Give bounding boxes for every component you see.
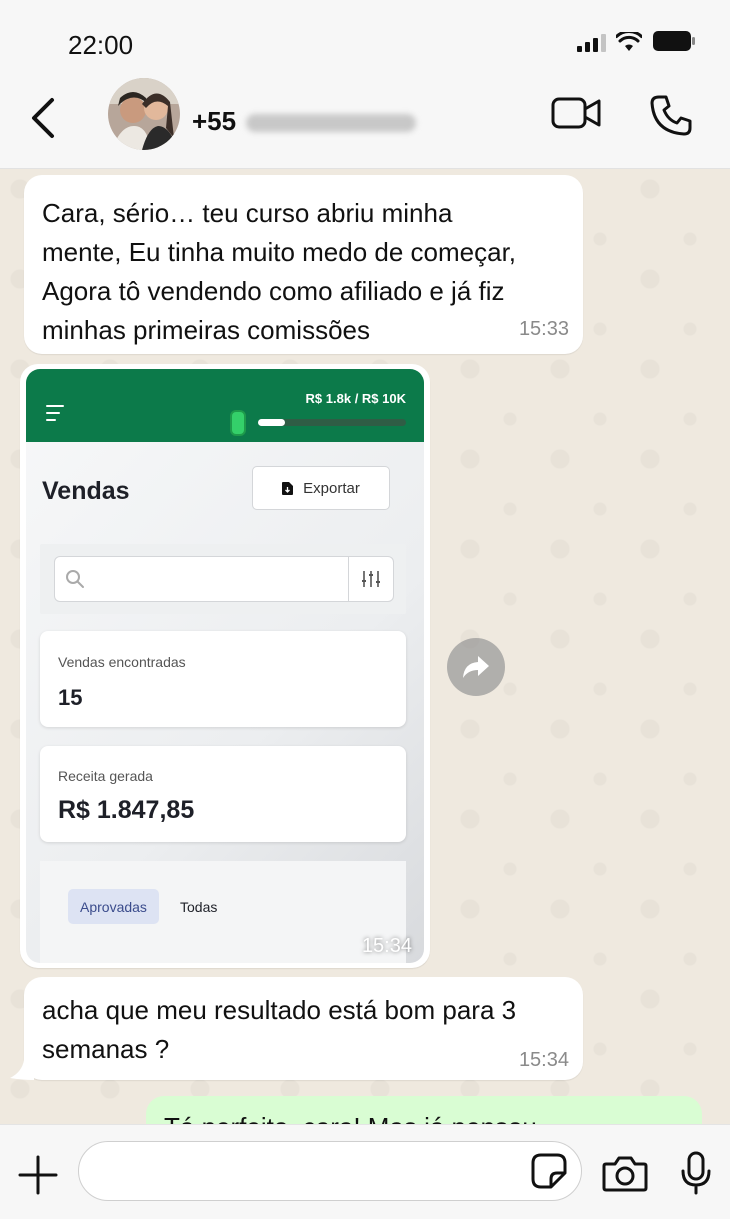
card-label: Vendas encontradas	[58, 654, 186, 670]
filter-chip-todas: Todas	[180, 898, 218, 915]
goal-progress-fill	[258, 419, 285, 426]
message-line: acha que meu resultado está bom para 3	[42, 995, 517, 1025]
gem-icon	[230, 410, 246, 436]
blurred-phone-number	[246, 114, 417, 133]
message-text: Tá perfeito, cara! Mas já pensou	[164, 1112, 537, 1124]
forward-button[interactable]	[447, 638, 505, 696]
message-line: semanas ?	[42, 1034, 170, 1064]
chat-area[interactable]: Cara, sério… teu curso abriu minha mente…	[0, 169, 730, 1124]
filter-tabs: Aprovadas Todas	[40, 861, 406, 963]
sales-count-card: Vendas encontradas 15	[40, 631, 406, 727]
sales-title: Vendas	[42, 477, 130, 505]
export-label: Exportar	[303, 479, 360, 497]
wifi-icon	[616, 32, 642, 51]
search-input	[54, 556, 394, 602]
contact-phone-prefix: +55	[192, 106, 237, 136]
message-line: minhas primeiras comissões	[42, 315, 370, 345]
forward-arrow-icon	[463, 656, 489, 678]
document-icon	[282, 481, 294, 495]
camera-icon[interactable]	[602, 1155, 648, 1193]
message-line: Agora tô vendendo como afiliado e já fiz	[42, 276, 505, 306]
incoming-message[interactable]: acha que meu resultado está bom para 3 s…	[24, 977, 583, 1080]
status-bar: 22:00	[0, 0, 730, 80]
search-icon	[66, 570, 84, 588]
contact-avatar[interactable]	[108, 78, 180, 150]
outgoing-message[interactable]: Tá perfeito, cara! Mas já pensou	[146, 1096, 702, 1124]
phone-call-icon[interactable]	[650, 94, 692, 136]
contact-name[interactable]: +55	[192, 106, 417, 137]
battery-icon	[653, 31, 695, 51]
card-value: R$ 1.847,85	[58, 796, 195, 824]
signal-icon	[577, 32, 606, 52]
incoming-message[interactable]: Cara, sério… teu curso abriu minha mente…	[24, 175, 583, 354]
bubble-tail	[10, 1060, 34, 1080]
search-section	[40, 544, 406, 614]
video-call-icon[interactable]	[551, 94, 603, 134]
chat-header: +55	[0, 78, 730, 169]
menu-icon	[46, 405, 64, 426]
image-message[interactable]: R$ 1.8k / R$ 10K Vendas Exportar Vendas …	[20, 364, 430, 968]
message-timestamp: 15:33	[518, 318, 569, 340]
message-timestamp: 15:34	[361, 935, 412, 957]
revenue-card: Receita gerada R$ 1.847,85	[40, 746, 406, 842]
message-line: Cara, sério… teu curso abriu minha	[42, 198, 453, 228]
message-line: mente, Eu tinha muito medo de começar,	[42, 237, 517, 267]
back-arrow-icon[interactable]	[28, 96, 60, 140]
message-input[interactable]	[78, 1141, 582, 1201]
card-value: 15	[58, 685, 83, 710]
goal-progress-bar	[258, 419, 406, 426]
export-button: Exportar	[252, 466, 390, 510]
app-topbar: R$ 1.8k / R$ 10K	[26, 369, 424, 442]
microphone-icon[interactable]	[680, 1151, 712, 1195]
message-input-bar	[0, 1124, 730, 1219]
filter-chip-aprovadas: Aprovadas	[68, 889, 159, 924]
plus-icon[interactable]	[18, 1155, 58, 1195]
screenshot-image[interactable]: R$ 1.8k / R$ 10K Vendas Exportar Vendas …	[26, 369, 424, 963]
card-label: Receita gerada	[58, 768, 153, 784]
message-timestamp: 15:34	[518, 1049, 569, 1071]
goal-text: R$ 1.8k / R$ 10K	[305, 391, 406, 406]
status-time: 22:00	[68, 30, 134, 60]
filter-sliders-icon	[362, 571, 380, 587]
sticker-icon[interactable]	[531, 1153, 567, 1189]
